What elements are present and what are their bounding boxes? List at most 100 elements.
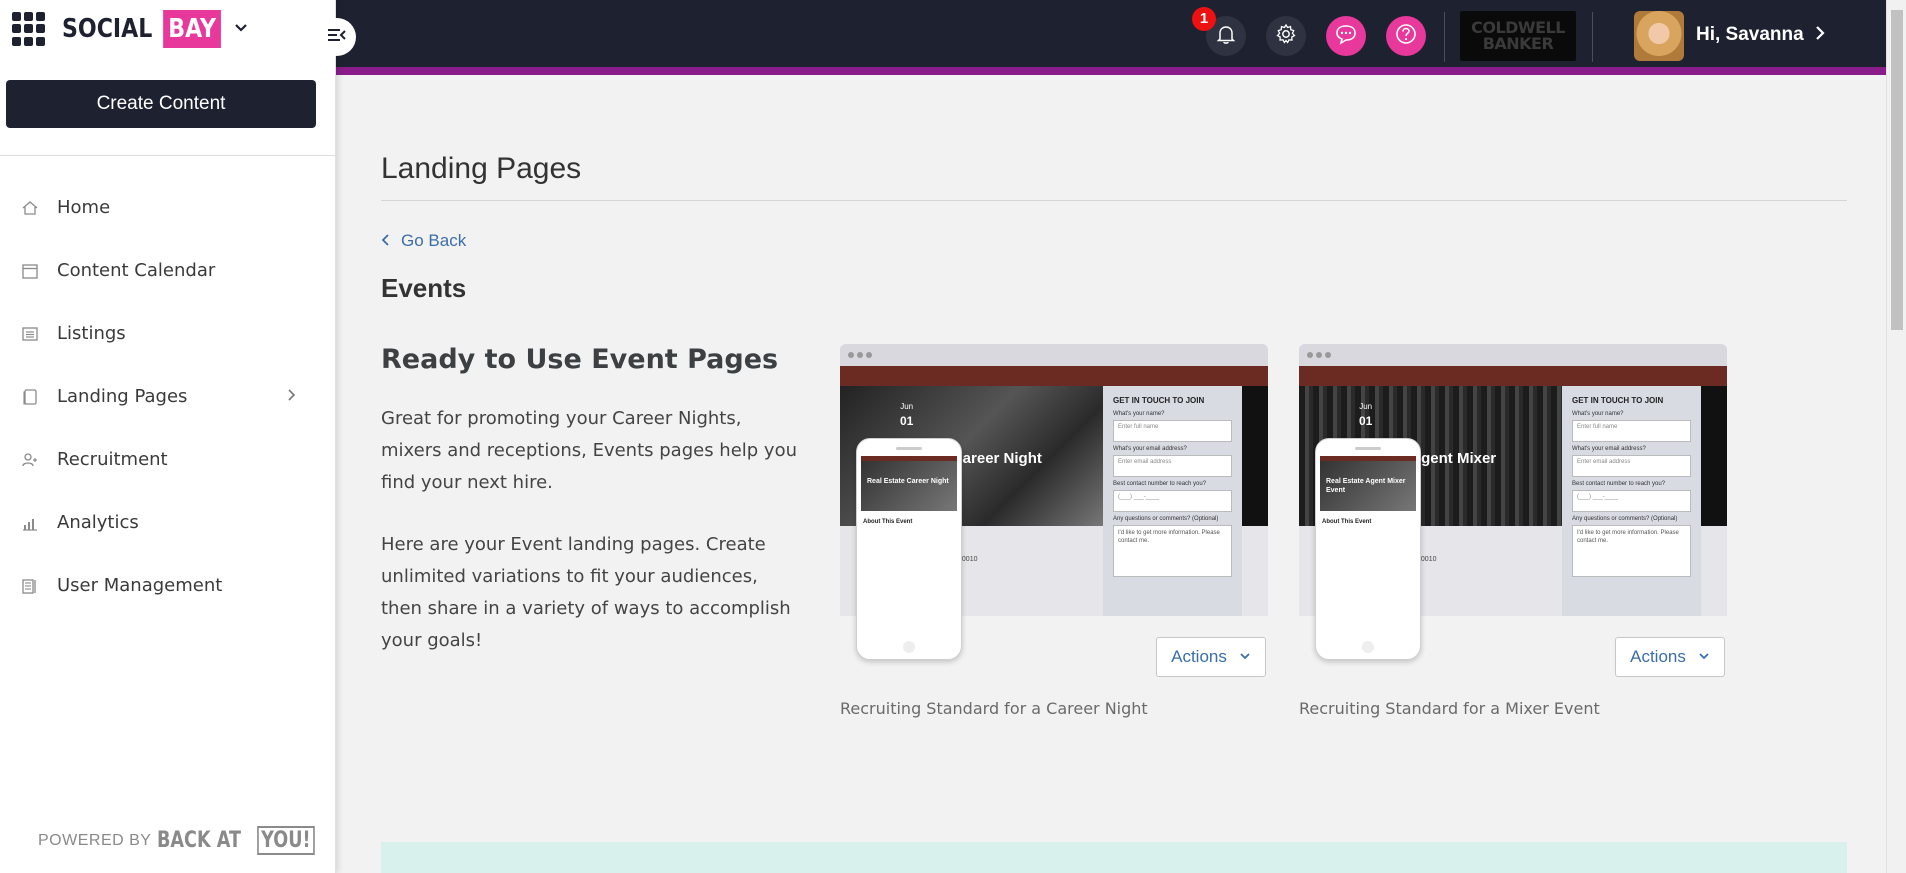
preview-date: Jun 01: [1359, 400, 1372, 428]
social-bay-logo[interactable]: SOCIAL BAY: [62, 10, 249, 48]
intro-block: Ready to Use Event Pages Great for promo…: [381, 344, 801, 657]
next-section-band: [381, 842, 1847, 873]
chevron-right-icon: [1814, 25, 1826, 46]
section-title: Events: [381, 273, 467, 303]
greeting-text: Hi, Savanna: [1696, 24, 1804, 45]
actions-label: Actions: [1630, 647, 1686, 666]
preview-form-textarea: I'd like to get more information. Please…: [1113, 525, 1232, 577]
sidebar-item-analytics[interactable]: Analytics: [0, 491, 335, 554]
menu-collapse-icon: [326, 26, 348, 48]
preview-form-input: (___) ___-____: [1572, 490, 1691, 512]
sidebar-item-label: Listings: [57, 323, 126, 344]
user-menu-button[interactable]: Hi, Savanna: [1696, 24, 1826, 46]
preview-hero-edge: [1242, 386, 1268, 526]
phone-body: About This Event: [863, 519, 955, 525]
main-content: Landing Pages Go Back Events Ready to Us…: [381, 75, 1847, 764]
coldwell-banker-logo: COLDWELL BANKER: [1460, 11, 1576, 61]
top-bar: 1 COLDWELL BANKER Hi, Savanna: [336, 0, 1886, 75]
preview-form-label: Any questions or comments? (Optional): [1113, 516, 1219, 522]
sidebar-item-label: Analytics: [57, 512, 139, 533]
phone-about-heading: About This Event: [863, 519, 913, 525]
phone-hero-title: Real Estate Agent Mixer Event: [1320, 461, 1416, 511]
preview-hero-edge: [1701, 386, 1727, 526]
user-add-icon: [20, 450, 40, 470]
preview-date: Jun 01: [900, 400, 913, 428]
sidebar-item-recruitment[interactable]: Recruitment: [0, 428, 335, 491]
preview-form-label: Best contact number to reach you?: [1572, 481, 1666, 487]
phone-home-button: [1362, 641, 1374, 653]
page-scrollbar[interactable]: [1886, 0, 1906, 873]
preview-form-heading: GET IN TOUCH TO JOIN: [1113, 396, 1205, 405]
intro-paragraph: Here are your Event landing pages. Creat…: [381, 534, 791, 651]
topbar-divider: [1592, 12, 1593, 62]
app-grid-icon[interactable]: [12, 12, 46, 46]
preview-date-day: 01: [900, 414, 914, 428]
gear-icon: [1275, 23, 1297, 49]
topbar-divider: [1444, 12, 1445, 62]
preview-form-heading: GET IN TOUCH TO JOIN: [1572, 396, 1664, 405]
go-back-link[interactable]: Go Back: [381, 231, 466, 251]
back-at-you-logo-box: YOU!: [257, 826, 316, 855]
messages-button[interactable]: [1326, 16, 1366, 56]
phone-home-button: [903, 641, 915, 653]
chevron-down-icon[interactable]: [233, 19, 249, 40]
template-caption: Recruiting Standard for a Career Night: [840, 699, 1148, 718]
intro-paragraph: Great for promoting your Career Nights, …: [381, 408, 797, 493]
sidebar-item-label: Home: [57, 197, 111, 218]
sidebar-item-user-management[interactable]: User Management: [0, 554, 335, 617]
actions-dropdown-button[interactable]: Actions: [1156, 637, 1266, 677]
sidebar-item-label: User Management: [57, 575, 223, 596]
help-button[interactable]: [1386, 16, 1426, 56]
mobile-preview: Real Estate Career Night About This Even…: [856, 438, 962, 660]
preview-date-day: 01: [1359, 414, 1373, 428]
phone-hero-title: Real Estate Career Night: [861, 461, 957, 511]
create-content-wrapper: Create Content: [0, 58, 335, 156]
actions-label: Actions: [1171, 647, 1227, 666]
scrollbar-thumb[interactable]: [1891, 10, 1903, 330]
home-icon: [20, 198, 40, 218]
chevron-down-icon: [1698, 650, 1710, 664]
preview-form-label: Any questions or comments? (Optional): [1572, 516, 1678, 522]
template-caption: Recruiting Standard for a Mixer Event: [1299, 699, 1600, 718]
collapse-sidebar-button[interactable]: [318, 18, 356, 56]
phone-notch: [896, 447, 922, 450]
template-card-mixer-event: Jun01 ate Agent Mixer – 8:00 pm gles, CA…: [1299, 344, 1727, 718]
bar-chart-icon: [20, 513, 40, 533]
sidebar: SOCIAL BAY Create Content Home Content C…: [0, 0, 336, 873]
event-pages-section: Ready to Use Event Pages Great for promo…: [381, 344, 1847, 764]
list-icon: [20, 324, 40, 344]
create-content-button[interactable]: Create Content: [6, 80, 316, 128]
chevron-right-icon[interactable]: [285, 387, 297, 406]
settings-button[interactable]: [1266, 16, 1306, 56]
sidebar-item-listings[interactable]: Listings: [0, 302, 335, 365]
powered-by-footer: POWERED BY BACK AT YOU!: [38, 826, 322, 855]
preview-form-label: Best contact number to reach you?: [1113, 481, 1207, 487]
sidebar-item-label: Recruitment: [57, 449, 168, 470]
mobile-preview: Real Estate Agent Mixer Event About This…: [1315, 438, 1421, 660]
sidebar-item-label: Landing Pages: [57, 386, 188, 407]
logo-text-social: SOCIAL: [62, 14, 153, 44]
preview-form-label: What's your name?: [1572, 411, 1624, 417]
intro-heading: Ready to Use Event Pages: [381, 344, 779, 375]
user-management-icon: [20, 576, 40, 596]
browser-chrome: [1299, 344, 1727, 366]
preview-header-bar: [840, 366, 1268, 386]
powered-by-text: POWERED BY: [38, 831, 152, 849]
sidebar-item-content-calendar[interactable]: Content Calendar: [0, 239, 335, 302]
actions-dropdown-button[interactable]: Actions: [1615, 637, 1725, 677]
preview-form-input: Enter email address: [1113, 455, 1232, 477]
template-card-career-night: Jun01 ate Career Night – 8:00 pm gles, C…: [840, 344, 1268, 718]
sidebar-item-landing-pages[interactable]: Landing Pages: [0, 365, 335, 428]
phone-notch: [1355, 447, 1381, 450]
preview-header-bar: [1299, 366, 1727, 386]
calendar-icon: [20, 261, 40, 281]
preview-form-textarea: I'd like to get more information. Please…: [1572, 525, 1691, 577]
avatar[interactable]: [1634, 11, 1684, 61]
partner-logo-line2: BANKER: [1482, 34, 1554, 53]
back-at-you-logo-text: BACK AT: [157, 828, 242, 853]
notification-badge: 1: [1192, 7, 1216, 31]
sidebar-item-label: Content Calendar: [57, 260, 216, 281]
preview-form-label: What's your email address?: [1113, 446, 1187, 452]
sidebar-item-home[interactable]: Home: [0, 176, 335, 239]
preview-date-month: Jun: [1359, 402, 1373, 411]
